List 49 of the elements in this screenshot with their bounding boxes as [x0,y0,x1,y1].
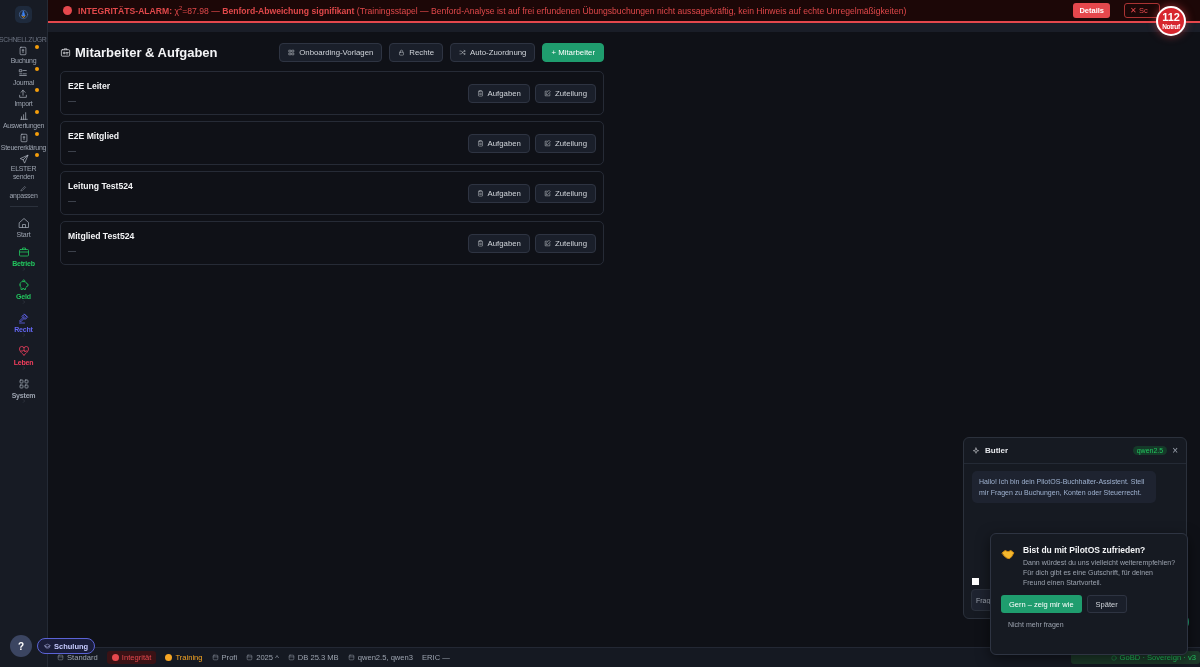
piggy-bank-icon [17,278,30,291]
gavel-icon [17,311,30,324]
edit-icon [543,189,551,197]
close-button[interactable]: × [1172,445,1178,456]
list-icon [18,67,29,78]
upload-icon [18,89,29,100]
id-card-icon [60,46,71,58]
panel-title: Butler [985,446,1010,455]
circle-icon [1110,654,1117,661]
employee-detail: — [68,196,77,205]
sparkle-icon [972,446,980,455]
app-logo[interactable] [15,6,32,23]
employee-detail: — [68,246,77,255]
page-title: Mitarbeiter & Aufgaben [75,44,218,60]
survey-title: Bist du mit PilotOS zufrieden? [1023,545,1147,555]
status-icon [57,654,64,661]
employee-detail: — [68,96,77,105]
graduation-cap-icon [44,642,51,650]
clipboard-icon [476,189,484,197]
status-icon [347,654,355,661]
document-icon [18,132,29,143]
lock-icon [398,48,406,56]
alarm-message: INTEGRITÄTS-ALARM: χ$^{2}$=87.98 — Benford-Abweichung signifikant (Trainingsstapel — Benford-Analyse ist auf frei erfundenen Übungsbuchungen nicht aussagekräftig, kein Hinweis auf echte Unregelmäßigkeiten) [78,5,908,16]
edit-icon [543,239,551,247]
status-icon [287,654,295,661]
briefcase-icon [17,245,30,258]
status-icon [211,654,219,661]
checkbox[interactable] [972,578,979,585]
employee-detail: — [68,146,77,155]
send-icon [18,154,29,165]
employee-name: E2E Leiter [68,81,112,91]
pencil-icon [20,184,27,192]
employee-name: E2E Mitglied [68,131,121,141]
clipboard-icon [476,139,484,147]
employee-name: Leitung Test524 [68,181,134,191]
edit-icon [543,139,551,147]
home-icon [17,216,30,229]
clipboard-icon [476,89,484,97]
bar-chart-icon [18,111,29,122]
edit-icon [543,89,551,97]
alert-dot [63,6,72,15]
grid-icon [17,377,30,390]
document-icon [18,46,29,56]
shuffle-icon [459,48,467,56]
grid-icon [288,48,296,56]
heart-pulse-icon [17,344,30,357]
clipboard-icon [476,239,484,247]
status-icon [246,654,254,661]
employee-name: Mitglied Test524 [68,231,136,241]
